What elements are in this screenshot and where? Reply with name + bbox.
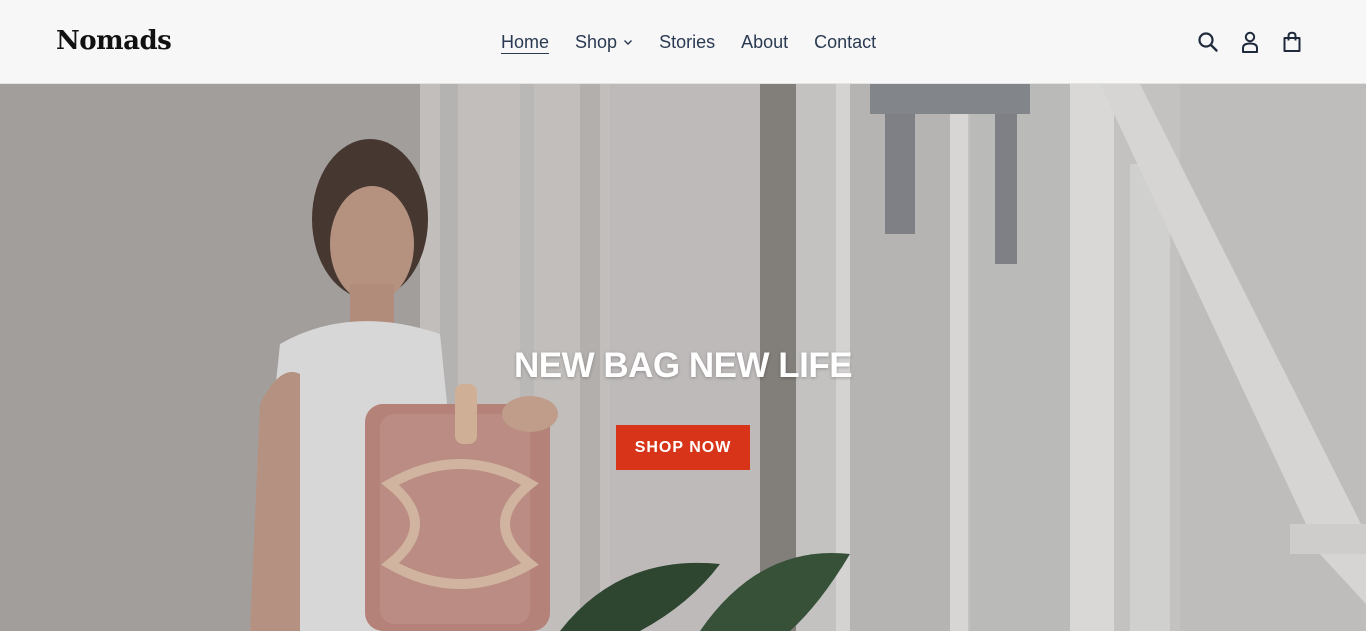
hero-title: NEW BAG NEW LIFE xyxy=(513,346,853,385)
nav-shop-label: Shop xyxy=(575,32,618,52)
nav-shop[interactable]: Shop xyxy=(575,30,633,54)
cart-icon[interactable] xyxy=(1280,30,1304,54)
site-logo[interactable]: Nomads xyxy=(56,26,172,56)
nav-contact[interactable]: Contact xyxy=(814,30,876,54)
nav-stories[interactable]: Stories xyxy=(659,30,715,54)
search-icon[interactable] xyxy=(1196,30,1220,54)
account-icon[interactable] xyxy=(1238,30,1262,54)
nav-home[interactable]: Home xyxy=(501,30,549,54)
shop-now-button[interactable]: SHOP NOW xyxy=(616,425,750,470)
site-header: Nomads Home Shop Stories About Contact xyxy=(0,0,1366,84)
hero-banner: NEW BAG NEW LIFE SHOP NOW xyxy=(0,84,1366,631)
nav-about[interactable]: About xyxy=(741,30,788,54)
main-nav: Home Shop Stories About Contact xyxy=(501,30,902,54)
chevron-down-icon xyxy=(624,40,633,45)
header-icons xyxy=(1196,30,1322,54)
